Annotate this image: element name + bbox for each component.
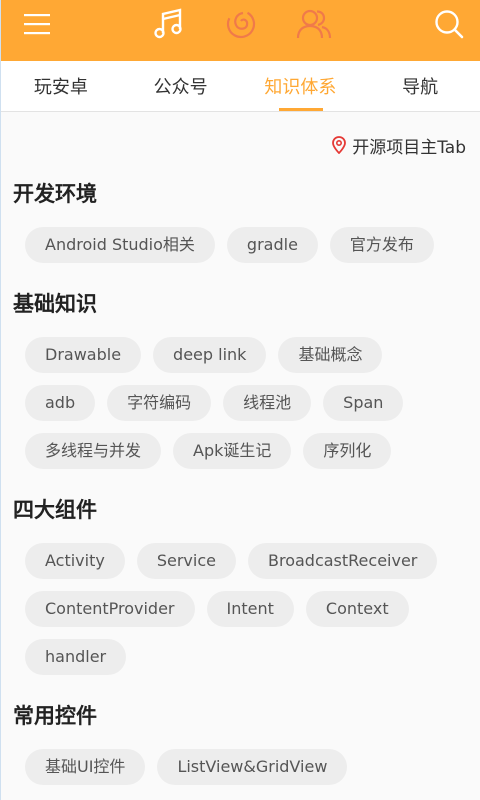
chip[interactable]: gradle [226,227,318,263]
chip[interactable]: adb [25,385,96,421]
chip[interactable]: Activity [25,543,125,579]
tab-label: 导航 [402,77,439,98]
tab-knowledge-system[interactable]: 知识体系 [241,61,361,111]
chip[interactable]: Drawable [25,337,142,373]
chip[interactable]: 基础UI控件 [25,749,146,785]
tab-wanandroid[interactable]: 玩安卓 [1,61,121,111]
chip[interactable]: ContentProvider [25,591,195,627]
tab-bar: 玩安卓 公众号 知识体系 导航 [1,61,480,112]
section-title: 开发环境 [13,182,97,206]
location-pin-icon [332,136,347,154]
chip[interactable]: Span [323,385,404,421]
chip-group: Drawable deep link 基础概念 adb 字符编码 线程池 Spa… [13,337,468,481]
chip[interactable]: 多线程与并发 [25,433,162,469]
chip[interactable]: ListView&GridView [157,749,348,785]
chip[interactable]: Context [305,591,409,627]
tab-navigation[interactable]: 导航 [360,61,480,111]
chip[interactable]: Service [136,543,236,579]
top-toolbar [1,0,480,61]
section-common-widgets: 常用控件 基础UI控件 ListView&GridView [13,703,468,797]
tab-official-accounts[interactable]: 公众号 [121,61,241,111]
active-tab-indicator [278,108,323,111]
section-title: 四大组件 [13,498,97,522]
section-title: 常用控件 [13,704,97,728]
chip[interactable]: handler [25,639,127,675]
chip[interactable]: Intent [206,591,294,627]
open-source-project-label: 开源项目主Tab [352,137,466,158]
chip[interactable]: Android Studio相关 [25,227,215,263]
chip[interactable]: 基础概念 [278,337,383,373]
chip-group: Activity Service BroadcastReceiver Conte… [13,543,468,687]
netease-music-icon[interactable] [223,6,259,42]
tab-label: 知识体系 [264,77,337,98]
chip[interactable]: 字符编码 [107,385,212,421]
section-title: 基础知识 [13,292,97,316]
friends-icon[interactable] [296,6,332,42]
chip[interactable]: 序列化 [303,433,392,469]
search-icon[interactable] [431,6,467,42]
menu-icon[interactable] [19,6,55,42]
app-root: 玩安卓 公众号 知识体系 导航 开源项目主Tab 开发环境 Android St… [0,0,480,800]
section-dev-env: 开发环境 Android Studio相关 gradle 官方发布 [13,181,468,275]
tab-label: 玩安卓 [33,77,88,98]
chip[interactable]: deep link [153,337,267,373]
chip-group: Android Studio相关 gradle 官方发布 [13,227,468,275]
chip[interactable]: 官方发布 [329,227,434,263]
knowledge-content: 开源项目主Tab 开发环境 Android Studio相关 gradle 官方… [1,112,480,797]
chip[interactable]: Apk诞生记 [173,433,292,469]
section-components: 四大组件 Activity Service BroadcastReceiver … [13,497,468,687]
chip[interactable]: 线程池 [223,385,312,421]
open-source-project-link[interactable]: 开源项目主Tab [13,112,468,178]
section-basics: 基础知识 Drawable deep link 基础概念 adb 字符编码 线程… [13,291,468,481]
tab-label: 公众号 [153,77,208,98]
music-note-icon[interactable] [151,6,187,42]
chip[interactable]: BroadcastReceiver [247,543,438,579]
chip-group: 基础UI控件 ListView&GridView [13,749,468,797]
